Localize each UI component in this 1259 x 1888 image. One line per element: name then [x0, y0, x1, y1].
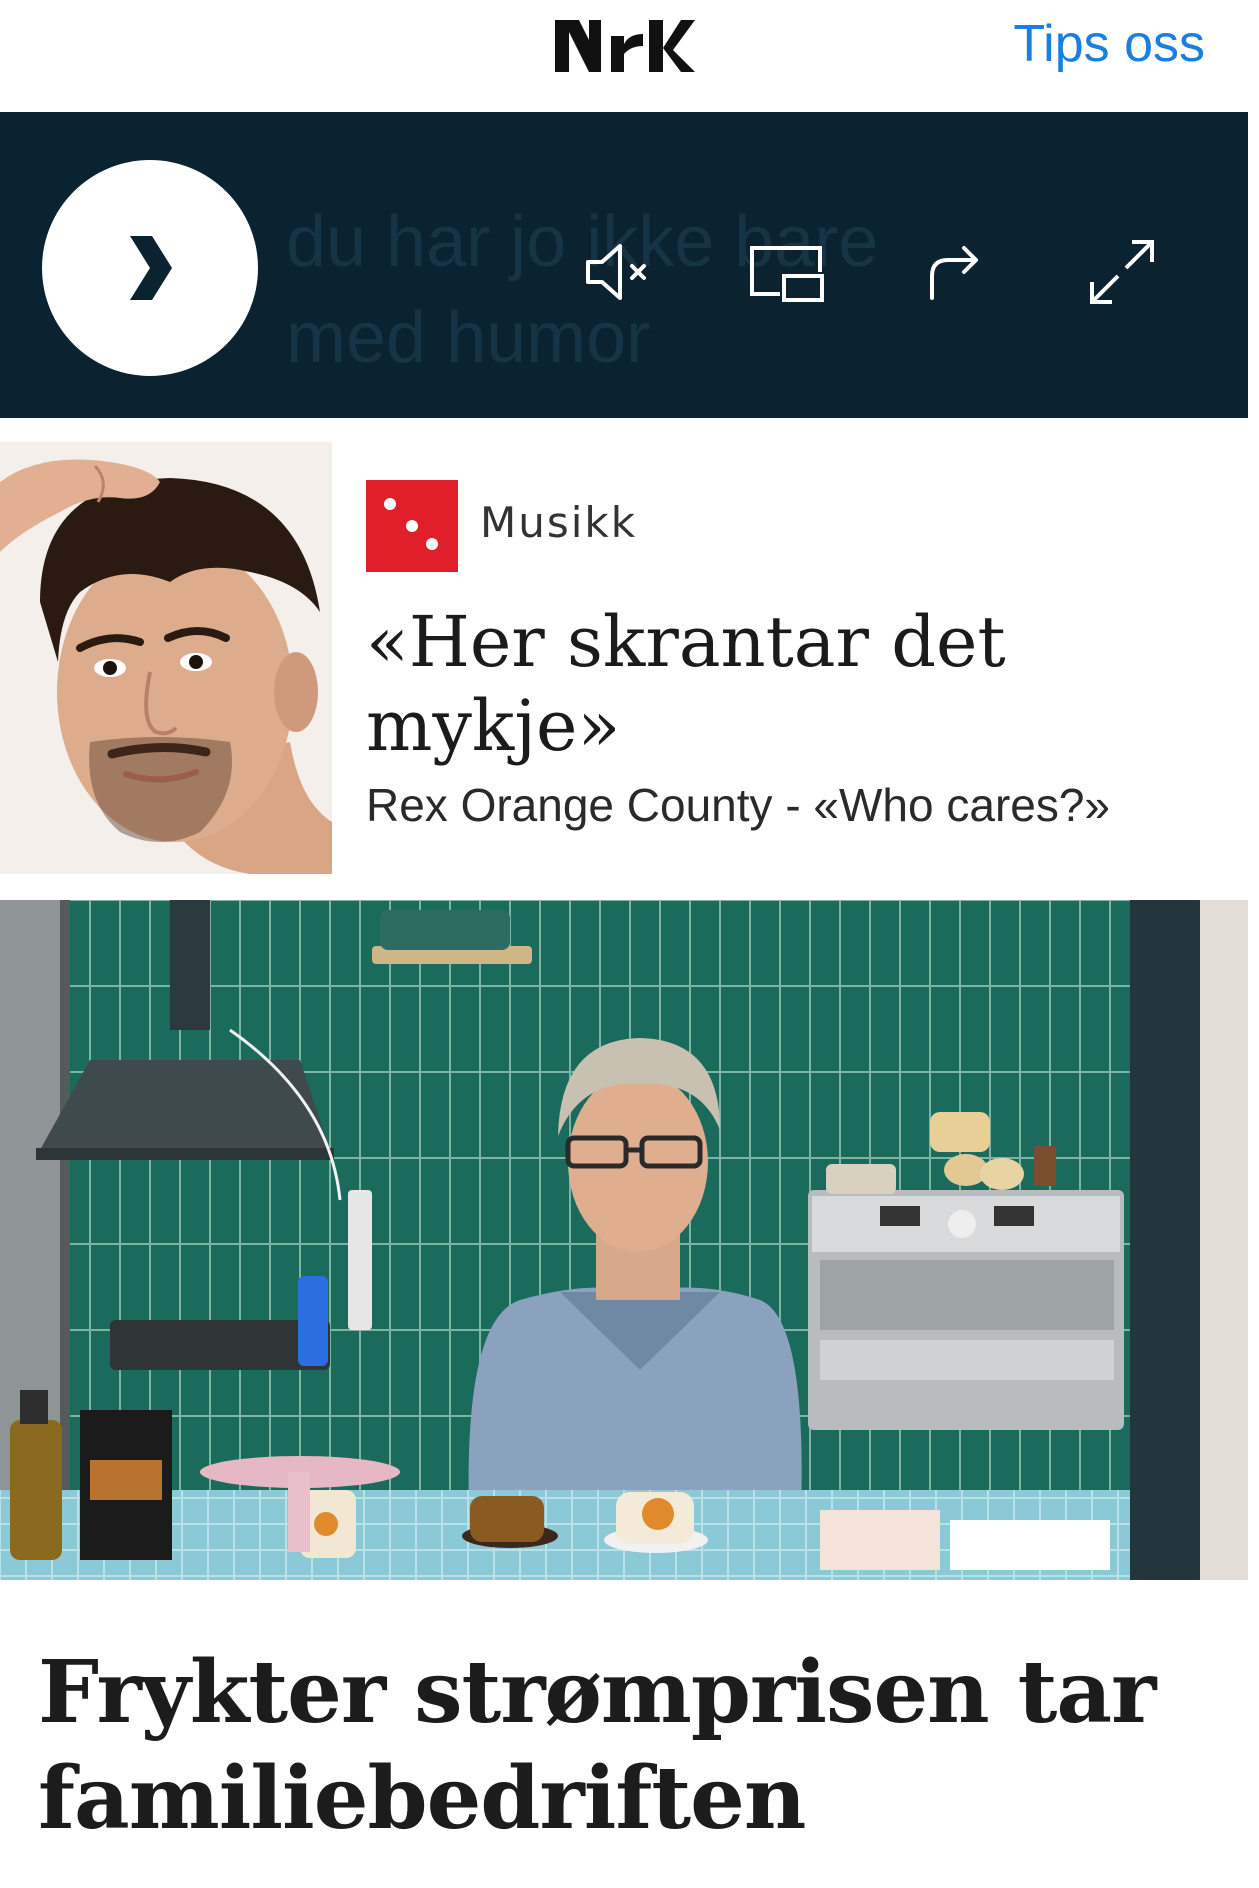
artist-portrait-image	[0, 442, 332, 874]
share-button[interactable]	[914, 232, 994, 312]
mute-icon	[586, 244, 646, 300]
story-headline[interactable]: Frykter strømprisen tar familiebedriften	[38, 1640, 1218, 1852]
picture-in-picture-button[interactable]	[746, 232, 826, 312]
story-image[interactable]	[0, 900, 1248, 1602]
mute-button[interactable]	[578, 232, 658, 312]
dice-icon	[384, 498, 438, 550]
play-icon	[130, 236, 172, 300]
music-category-badge	[366, 480, 458, 572]
tips-oss-link[interactable]: Tips oss	[1013, 14, 1205, 74]
music-teaser-card[interactable]: Musikk «Her skrantar det mykje» Rex Oran…	[0, 442, 1248, 874]
top-header: Tips oss	[0, 0, 1259, 112]
picture-in-picture-icon	[750, 246, 824, 302]
category-label: Musikk	[480, 498, 638, 547]
fullscreen-icon	[1090, 240, 1154, 304]
fullscreen-button[interactable]	[1082, 232, 1162, 312]
page: Tips oss du har jo ikke bare med humor M…	[0, 0, 1259, 1888]
nrk-logo[interactable]	[555, 14, 695, 76]
play-button[interactable]	[42, 160, 258, 376]
share-icon	[930, 246, 978, 300]
teaser-subtitle: Rex Orange County - «Who cares?»	[366, 779, 1111, 831]
video-player[interactable]: du har jo ikke bare med humor	[0, 112, 1248, 418]
teaser-body: Musikk «Her skrantar det mykje» Rex Oran…	[332, 450, 1248, 874]
teaser-title[interactable]: «Her skrantar det mykje»	[366, 600, 1206, 768]
